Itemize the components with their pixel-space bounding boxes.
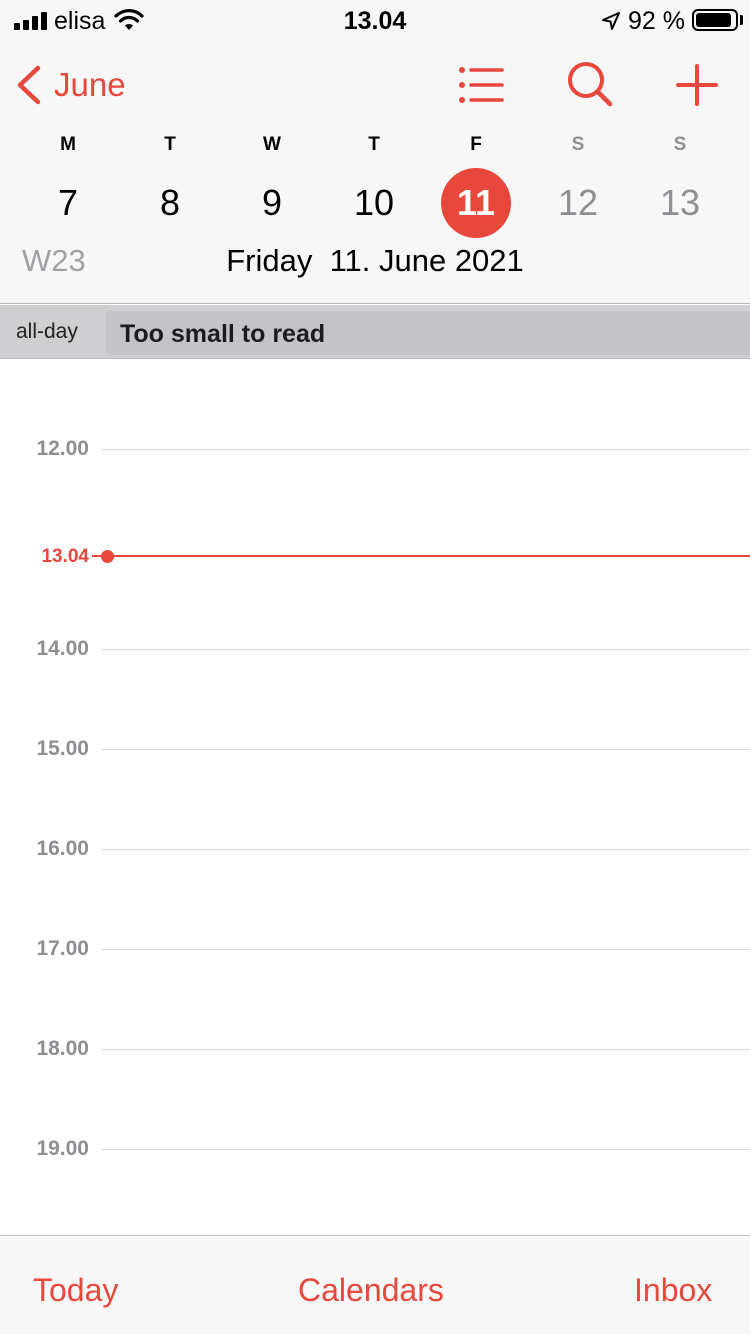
- chevron-left-icon: [17, 65, 41, 105]
- add-icon[interactable]: [672, 60, 722, 110]
- hour-label-16: 16.00: [36, 837, 89, 860]
- battery-level-fill: [696, 13, 731, 27]
- search-icon[interactable]: [566, 60, 616, 110]
- weekday-wednesday: W: [263, 134, 281, 155]
- hour-line-18: [102, 1049, 750, 1050]
- hour-label-17: 17.00: [36, 937, 89, 960]
- weekday-saturday: S: [571, 134, 585, 155]
- hour-label-15: 15.00: [36, 737, 89, 760]
- selected-date-title: Friday 11. June 2021: [226, 243, 524, 278]
- hour-label-19: 19.00: [36, 1137, 89, 1160]
- day-13[interactable]: 13: [645, 168, 715, 238]
- all-day-row: all-day Too small to read: [0, 305, 750, 359]
- hour-line-14: [102, 649, 750, 650]
- hour-line-12: [102, 449, 750, 450]
- day-11-selected[interactable]: 11: [441, 168, 511, 238]
- all-day-event-title: Too small to read: [120, 320, 326, 348]
- list-icon[interactable]: [456, 60, 506, 110]
- weekday-sunday: S: [673, 134, 687, 155]
- status-bar: elisa 13.04 92 %: [0, 0, 750, 42]
- all-day-label: all-day: [16, 320, 78, 343]
- hour-line-15: [102, 749, 750, 750]
- location-arrow-icon: [602, 12, 620, 30]
- weekday-thursday: T: [368, 134, 380, 155]
- hour-label-12: 12.00: [36, 437, 89, 460]
- current-time-line: [108, 555, 750, 557]
- back-label: June: [54, 66, 126, 103]
- hour-line-19: [102, 1149, 750, 1150]
- day-12[interactable]: 12: [543, 168, 613, 238]
- all-day-event[interactable]: Too small to read: [106, 311, 750, 355]
- bottom-toolbar: Today Calendars Inbox: [0, 1235, 750, 1334]
- weekday-monday: M: [60, 134, 76, 155]
- calendars-button[interactable]: Calendars: [298, 1272, 444, 1309]
- day-10[interactable]: 10: [339, 168, 409, 238]
- back-to-month-button[interactable]: June: [14, 60, 126, 110]
- weekday-friday: F: [470, 134, 482, 155]
- hour-line-16: [102, 849, 750, 850]
- weekday-tuesday: T: [164, 134, 176, 155]
- hour-label-18: 18.00: [36, 1037, 89, 1060]
- inbox-button[interactable]: Inbox: [634, 1272, 712, 1309]
- battery-icon: [692, 9, 738, 31]
- day-9[interactable]: 9: [237, 168, 307, 238]
- battery-nub: [740, 15, 743, 25]
- day-8[interactable]: 8: [135, 168, 205, 238]
- hour-line-17: [102, 949, 750, 950]
- hour-label-14: 14.00: [36, 637, 89, 660]
- current-time-label: 13.04: [41, 546, 89, 567]
- day-7[interactable]: 7: [33, 168, 103, 238]
- today-button[interactable]: Today: [33, 1272, 118, 1309]
- battery-percentage: 92 %: [628, 7, 685, 35]
